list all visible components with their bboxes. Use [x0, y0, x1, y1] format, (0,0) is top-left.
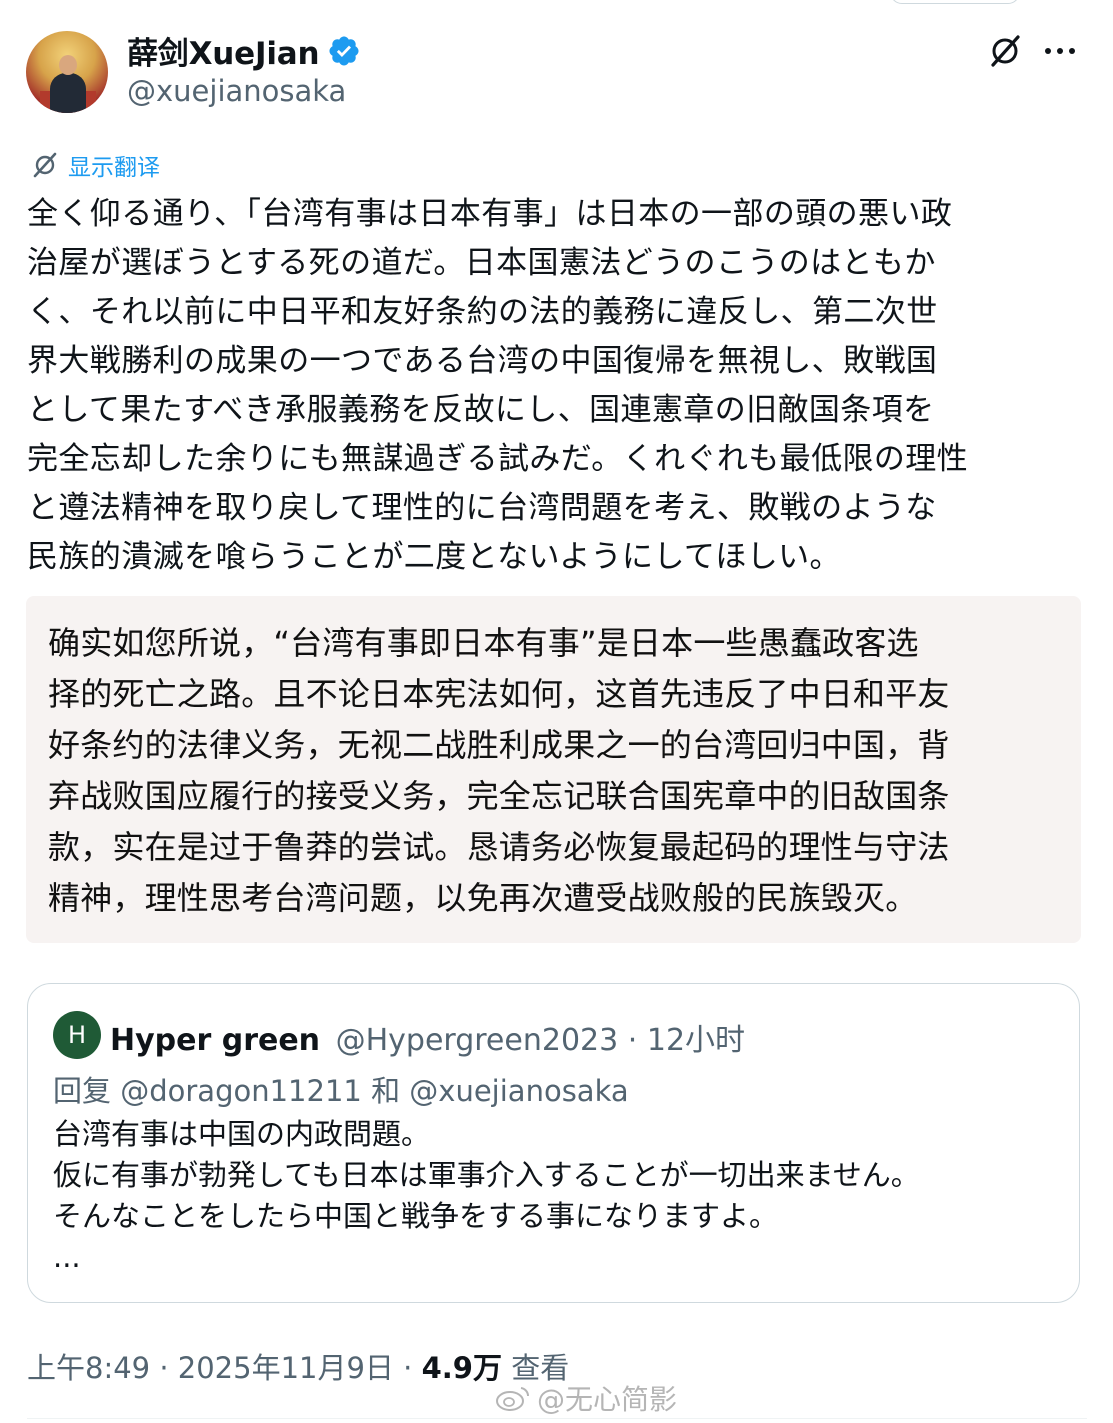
tweet-meta-row: 上午8:49 · 2025年11月9日 · 4.9万 查看	[27, 1345, 569, 1387]
divider	[27, 1418, 1087, 1419]
tweet-text-line: 界大戦勝利の成果の一つである台湾の中国復帰を無視し、敗戦国	[27, 343, 938, 379]
tweet-text: 全く仰る通り、「台湾有事は日本有事」は日本の一部の頭の悪い政 治屋が選ぼうとする…	[27, 190, 1087, 582]
quoted-avatar[interactable]: H	[53, 1011, 101, 1059]
reply-prefix: 回复	[53, 1074, 112, 1108]
quoted-text-line: そんなことをしたら中国と戦争をする事になりますよ。	[53, 1199, 779, 1233]
quoted-text-line: 仮に有事が勃発しても日本は軍事介入することが一切出来ません。	[53, 1158, 920, 1192]
quoted-header: Hyper green @Hypergreen2023 · 12小时	[110, 1015, 745, 1059]
tweet-text-line: 完全忘却した余りにも無謀過ぎる試みだ。くれぐれも最低限の理性	[27, 441, 969, 477]
separator-dot: ·	[403, 1351, 413, 1385]
author-display-name[interactable]: 薛剑XueJian	[127, 28, 320, 73]
verified-badge-icon	[329, 35, 359, 66]
tweet-text-line: と遵法精神を取り戻して理性的に台湾問題を考え、敗戦のような	[27, 490, 937, 526]
translation-line: 好条约的法律义务，无视二战胜利成果之一的台湾回归中国，背	[48, 726, 950, 764]
grok-icon[interactable]	[985, 31, 1025, 71]
weibo-logo-icon	[496, 1387, 530, 1411]
quoted-display-name[interactable]: Hyper green	[110, 1023, 320, 1058]
translation-line: 择的死亡之路。且不论日本宪法如何，这首先违反了中日和平友	[48, 675, 950, 713]
translation-box: 确实如您所说，“台湾有事即日本有事”是日本一些愚蠢政客选 择的死亡之路。且不论日…	[26, 596, 1081, 943]
translation-line: 确实如您所说，“台湾有事即日本有事”是日本一些愚蠢政客选	[48, 624, 919, 662]
watermark: @无心简影	[495, 1378, 677, 1418]
author-handle[interactable]: @xuejianosaka	[127, 74, 346, 108]
tweet-text-line: く、それ以前に中日平和友好条約の法的義務に違反し、第二次世	[27, 294, 938, 330]
more-icon[interactable]	[1045, 38, 1079, 64]
tweet-text-line: 民族的潰滅を喰らうことが二度とないようにしてほしい。	[27, 539, 841, 575]
quoted-text: 台湾有事は中国の内政問題。 仮に有事が勃発しても日本は軍事介入することが一切出来…	[53, 1114, 920, 1278]
quoted-text-ellipsis: ...	[53, 1240, 81, 1274]
quoted-handle[interactable]: @Hypergreen2023	[336, 1023, 619, 1058]
tweet-text-line: 治屋が選ぼうとする死の道だ。日本国憲法どうのこうのはともか	[27, 245, 936, 281]
tweet-text-line: 全く仰る通り、「台湾有事は日本有事」は日本の一部の頭の悪い政	[27, 196, 953, 232]
quoted-reply-to: 回复 @doragon11211 和 @xuejianosaka	[53, 1068, 629, 1110]
translation-line: 精神，理性思考台湾问题，以免再次遭受战败般的民族毁灭。	[48, 879, 918, 917]
top-pill-button[interactable]	[890, 0, 1020, 4]
tweet-detail-page: 薛剑XueJian @xuejianosaka 显示翻译 全く仰る通り、「台湾有…	[0, 0, 1113, 1423]
translation-line: 款，实在是过于鲁莽的尝试。恳请务必恢复最起码的理性与守法	[48, 828, 950, 866]
quoted-text-line: 台湾有事は中国の内政問題。	[53, 1117, 431, 1151]
avatar[interactable]	[26, 31, 108, 113]
translation-text: 确实如您所说，“台湾有事即日本有事”是日本一些愚蠢政客选 择的死亡之路。且不论日…	[48, 618, 1060, 924]
tweet-text-line: として果たすべき承服義務を反故にし、国連憲章の旧敵国条項を	[27, 392, 935, 428]
translate-icon	[33, 152, 57, 178]
show-translation-label: 显示翻译	[68, 155, 160, 181]
quoted-time[interactable]: 12小时	[647, 1023, 745, 1058]
views-count[interactable]: 4.9万	[422, 1351, 502, 1385]
show-translation-link[interactable]: 显示翻译	[30, 148, 160, 182]
author-name-row: 薛剑XueJian	[127, 28, 361, 73]
tweet-date[interactable]: 2025年11月9日	[178, 1351, 394, 1385]
separator-dot: ·	[159, 1351, 169, 1385]
tweet-time[interactable]: 上午8:49	[27, 1351, 150, 1385]
separator-dot: ·	[627, 1023, 638, 1058]
translation-line: 弃战败国应履行的接受义务，完全忘记联合国宪章中的旧敌国条	[48, 777, 950, 815]
watermark-text: @无心简影	[537, 1383, 678, 1416]
quoted-tweet-card[interactable]: H Hyper green @Hypergreen2023 · 12小时 回复 …	[27, 983, 1080, 1303]
reply-to-handles[interactable]: @doragon11211 和 @xuejianosaka	[120, 1074, 628, 1108]
